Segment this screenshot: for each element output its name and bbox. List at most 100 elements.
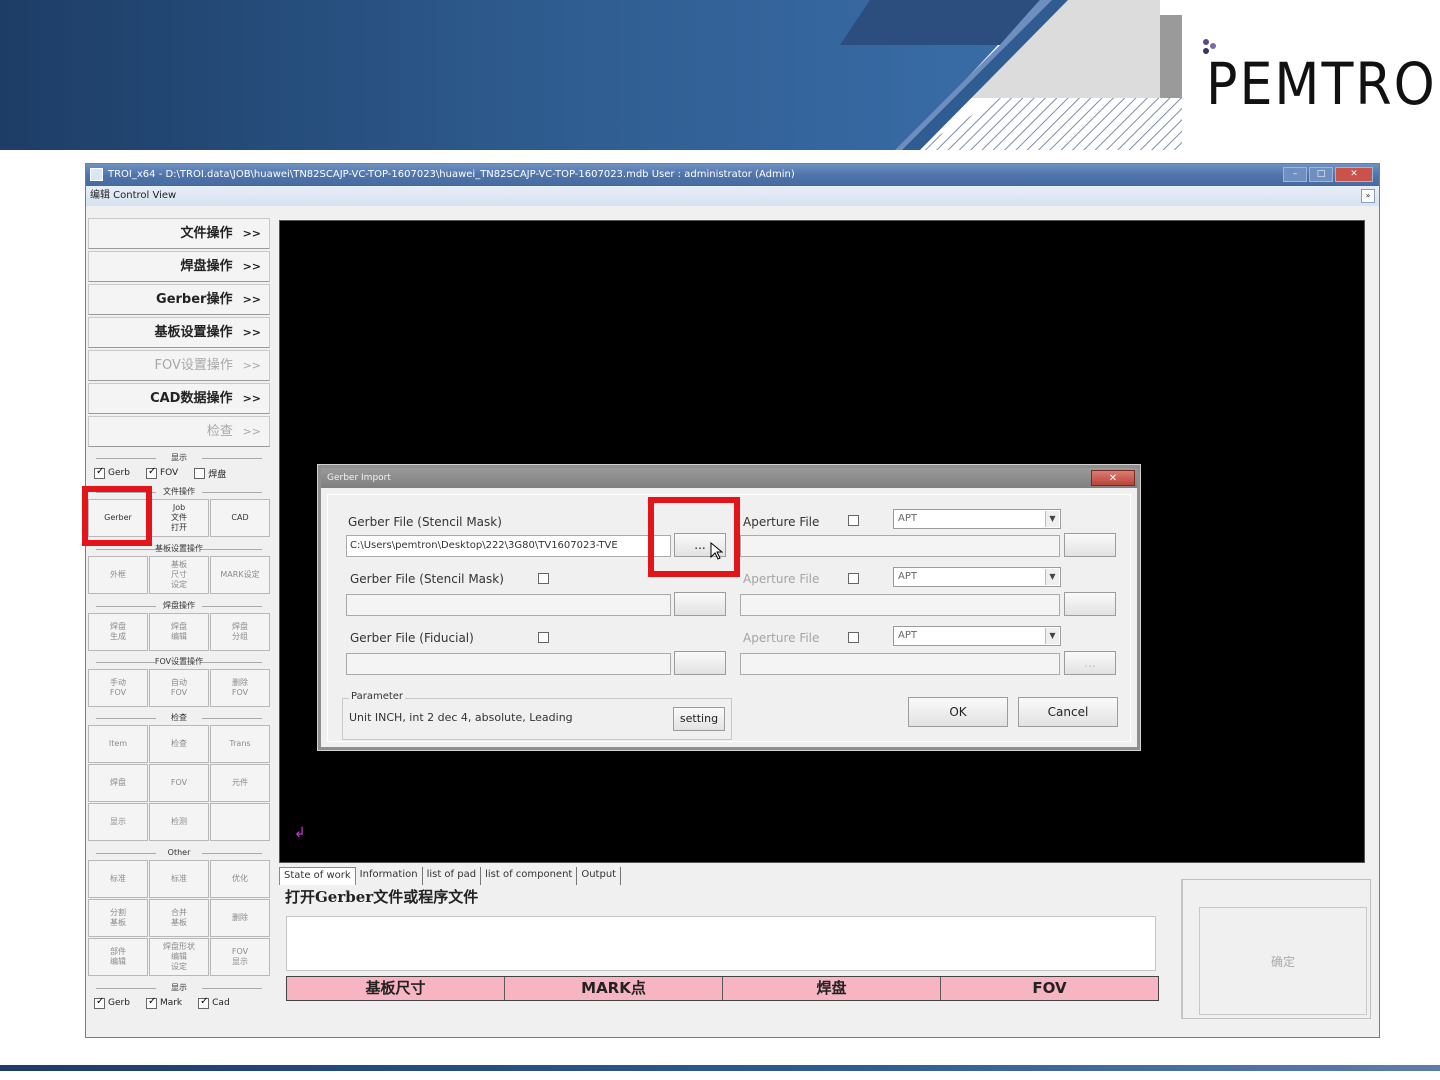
nav-label: 文件操作: [180, 226, 233, 241]
step-mark-point[interactable]: MARK点: [505, 977, 723, 1000]
aperture-2-path[interactable]: [740, 594, 1060, 616]
message-box: [286, 916, 1156, 971]
confirm-button[interactable]: 确定: [1199, 907, 1367, 1015]
ok-button[interactable]: OK: [908, 697, 1008, 727]
gerber-stencil-mask-label: Gerber File (Stencil Mask): [348, 515, 502, 529]
mark-setting-button[interactable]: MARK设定: [210, 556, 270, 594]
merge-board-button[interactable]: 合并 基板: [149, 899, 209, 937]
aperture-3-checkbox[interactable]: [848, 632, 859, 643]
tab-output[interactable]: Output: [577, 867, 622, 885]
display-button[interactable]: 显示: [88, 803, 148, 841]
nav-label: 基板设置操作: [154, 325, 233, 340]
step-pad[interactable]: 焊盘: [723, 977, 941, 1000]
nav-label: Gerber操作: [156, 292, 233, 307]
nav-gerber-ops[interactable]: Gerber操作 >>: [88, 284, 270, 315]
delete-fov-button[interactable]: 删除 FOV: [210, 669, 270, 707]
fov-button[interactable]: FOV: [149, 764, 209, 802]
control-view-label: 编辑 Control View: [90, 190, 177, 201]
aperture-format-select[interactable]: APT ▼: [893, 509, 1061, 529]
tab-list-of-component[interactable]: list of component: [481, 867, 578, 885]
pad-edit-button[interactable]: 焊盘 编辑: [149, 613, 209, 651]
browse-aperture-button[interactable]: [1064, 533, 1116, 557]
check-label: 焊盘: [208, 469, 227, 480]
auto-fov-button[interactable]: 自动 FOV: [149, 669, 209, 707]
display-group-label: 显示: [88, 452, 270, 464]
item-button[interactable]: Item: [88, 725, 148, 763]
status-text: 打开Gerber文件或程序文件: [285, 888, 479, 906]
gerber-fiducial-path[interactable]: [346, 653, 671, 675]
show-check-gerb[interactable]: Gerb: [94, 996, 130, 1009]
cad-button[interactable]: CAD: [210, 499, 270, 537]
display-check-gerb[interactable]: Gerb: [94, 466, 130, 479]
app-icon: [90, 168, 103, 181]
outline-button[interactable]: 外框: [88, 556, 148, 594]
browse-gerber-mask-2-button[interactable]: [674, 592, 726, 616]
manual-fov-button[interactable]: 手动 FOV: [88, 669, 148, 707]
nav-cad-data-ops[interactable]: CAD数据操作 >>: [88, 383, 270, 414]
cancel-button[interactable]: Cancel: [1018, 697, 1118, 727]
pad-buttons: 焊盘 生成 焊盘 编辑 焊盘 分组: [88, 613, 270, 651]
show-group-label: 显示: [88, 982, 270, 994]
other-group-label: Other: [88, 847, 270, 859]
standard-button[interactable]: 标准: [88, 860, 148, 898]
component-button[interactable]: 元件: [210, 764, 270, 802]
show-checks: Gerb Mark Cad: [94, 995, 270, 1011]
close-button[interactable]: ✕: [1335, 167, 1373, 182]
optimize-button[interactable]: 优化: [210, 860, 270, 898]
trans-button[interactable]: Trans: [210, 725, 270, 763]
minimize-button[interactable]: –: [1283, 167, 1307, 182]
check-label: Cad: [212, 998, 230, 1008]
step-fov[interactable]: FOV: [941, 977, 1158, 1000]
aperture-path[interactable]: [740, 535, 1060, 557]
board-size-button[interactable]: 基板 尺寸 设定: [149, 556, 209, 594]
show-check-mark[interactable]: Mark: [145, 996, 182, 1009]
nav-inspect[interactable]: 检查 >>: [88, 416, 270, 447]
check-label: Gerb: [108, 468, 130, 478]
gerber-fiducial-checkbox[interactable]: [538, 632, 549, 643]
nav-file-ops[interactable]: 文件操作 >>: [88, 218, 270, 249]
nav-pad-ops[interactable]: 焊盘操作 >>: [88, 251, 270, 282]
gerber-mask-2-path[interactable]: [346, 594, 671, 616]
part-edit-button[interactable]: 部件 编辑: [88, 938, 148, 976]
show-check-cad[interactable]: Cad: [198, 996, 230, 1009]
delete-button[interactable]: 删除: [210, 899, 270, 937]
pad-button[interactable]: 焊盘: [88, 764, 148, 802]
aperture-2-format-select[interactable]: APT ▼: [893, 567, 1061, 587]
tab-list-of-pad[interactable]: list of pad: [423, 867, 482, 885]
check-button[interactable]: 检查: [149, 725, 209, 763]
fov-display-button[interactable]: FOV 显示: [210, 938, 270, 976]
step-board-size[interactable]: 基板尺寸: [287, 977, 505, 1000]
display-check-fov[interactable]: FOV: [145, 466, 178, 479]
aperture-3-path[interactable]: [740, 653, 1060, 675]
browse-aperture-2-button[interactable]: [1064, 592, 1116, 616]
detect-button[interactable]: 检测: [149, 803, 209, 841]
gerber-stencil-mask-path[interactable]: C:\Users\pemtron\Desktop\222\3G80\TV1607…: [346, 535, 671, 557]
checkbox-icon: [94, 466, 105, 479]
nav-label: 焊盘操作: [180, 259, 233, 274]
display-check-pad[interactable]: 焊盘: [194, 467, 226, 480]
gerber-mask-2-checkbox[interactable]: [538, 573, 549, 584]
setting-button[interactable]: setting: [673, 707, 725, 731]
aperture-3-format-select[interactable]: APT ▼: [893, 626, 1061, 646]
tab-information[interactable]: Information: [356, 867, 423, 885]
browse-aperture-3-button[interactable]: ...: [1064, 651, 1116, 675]
window-title: TROI_x64 - D:\TROI.data\JOB\huawei\TN82S…: [108, 169, 795, 180]
window-titlebar: TROI_x64 - D:\TROI.data\JOB\huawei\TN82S…: [86, 164, 1379, 186]
board-buttons: 外框 基板 尺寸 设定 MARK设定: [88, 556, 270, 594]
dialog-close-button[interactable]: ✕: [1091, 470, 1135, 486]
split-board-button[interactable]: 分割 基板: [88, 899, 148, 937]
job-file-open-button[interactable]: Job 文件 打开: [149, 499, 209, 537]
nav-board-setup-ops[interactable]: 基板设置操作 >>: [88, 317, 270, 348]
aperture-checkbox[interactable]: [848, 515, 859, 526]
pad-create-button[interactable]: 焊盘 生成: [88, 613, 148, 651]
standard-button-2[interactable]: 标准: [149, 860, 209, 898]
pad-shape-edit-button[interactable]: 焊盘形状 编辑 设定: [149, 938, 209, 976]
browse-gerber-fiducial-button[interactable]: [674, 651, 726, 675]
pad-group-button[interactable]: 焊盘 分组: [210, 613, 270, 651]
nav-fov-setup-ops[interactable]: FOV设置操作 >>: [88, 350, 270, 381]
checkbox-icon: [198, 996, 210, 1009]
tab-state-of-work[interactable]: State of work: [279, 867, 356, 885]
maximize-button[interactable]: □: [1309, 167, 1333, 182]
pin-icon[interactable]: »: [1361, 189, 1375, 203]
aperture-2-checkbox[interactable]: [848, 573, 859, 584]
